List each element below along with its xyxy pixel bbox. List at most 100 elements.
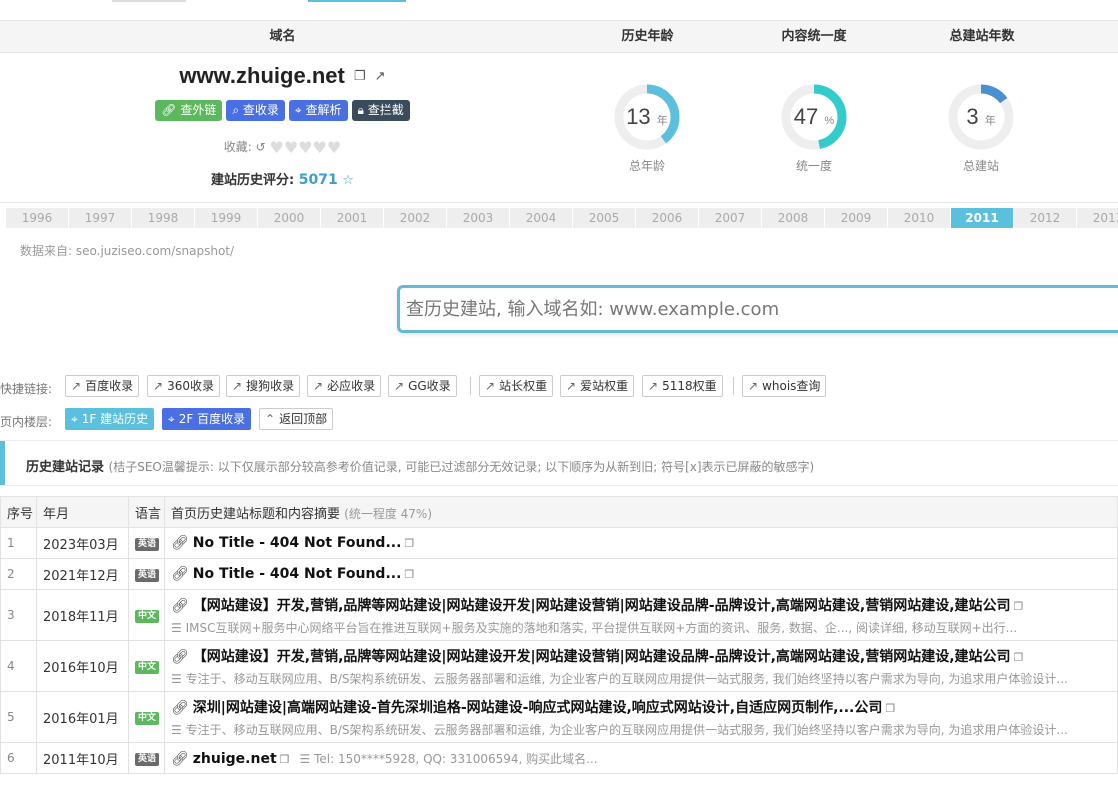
quick-link-google[interactable]: ↗ GG收录 [388,375,457,397]
years-unit: 年 [984,115,996,127]
record-date: 2018年11月 [36,589,129,641]
domain-name: www.zhuige.net [179,63,345,88]
col-uniformity: (统一程度 47%) [344,506,433,521]
year-tab-2006[interactable]: 2006 [636,208,699,228]
record-title-text[interactable]: 【网站建设】开发,营销,品牌等网站建设|网站建设开发|网站建设营销|网站建设品牌… [193,649,1011,665]
copy-icon[interactable]: ❐ [1014,600,1024,613]
floor-2f-button[interactable]: ⌖ 2F 百度收录 [162,408,252,430]
reset-icon[interactable]: ↺ [256,140,266,154]
link-icon[interactable]: 🔗︎ [171,751,189,767]
quick-link-label: 百度收录 [85,379,134,393]
year-tab-1996[interactable]: 1996 [6,208,69,228]
quick-link-bing[interactable]: ↗ 必应收录 [307,375,382,397]
check-dns-button[interactable]: ⌖ 查解析 [288,100,348,121]
language-badge: 英语 [135,538,160,551]
external-link-icon: ↗ [566,379,577,393]
copy-icon[interactable]: ❐ [1014,651,1024,664]
year-tab-2012[interactable]: 2012 [1014,208,1077,228]
year-tab-2002[interactable]: 2002 [384,208,447,228]
check-index-button[interactable]: ⌕ 查收录 [226,100,285,121]
external-link-icon: ↗ [394,379,405,393]
copy-icon[interactable]: ❐ [404,568,414,581]
record-date: 2016年01月 [36,691,129,743]
copy-icon[interactable]: ❐ [354,69,366,84]
record-no: 1 [0,527,37,559]
year-tab-2008[interactable]: 2008 [762,208,825,228]
year-tab-2001[interactable]: 2001 [321,208,384,228]
quick-link-baidu[interactable]: ↗ 百度收录 [65,375,140,397]
record-content: 🔗︎ 【网站建设】开发,营销,品牌等网站建设|网站建设开发|网站建设营销|网站建设… [164,640,1118,692]
quick-link-aizhan-weight[interactable]: ↗ 爱站权重 [560,375,635,397]
year-tab-2007[interactable]: 2007 [699,208,762,228]
records-note: (桔子SEO温馨提示: 以下仅展示部分较高参考价值记录, 可能已过滤部分无效记录… [108,460,815,474]
link-icon[interactable]: 🔗︎ [171,535,189,551]
year-tab-2005[interactable]: 2005 [573,208,636,228]
external-link-icon: ↗ [153,379,164,393]
col-title: 首页历史建站标题和内容摘要 (统一程度 47%) [164,496,1118,528]
year-tab-2013[interactable]: 2013 [1077,208,1118,228]
year-tab-2004[interactable]: 2004 [510,208,573,228]
floor-label: 1F 建站历史 [81,412,149,426]
copy-icon[interactable]: ❐ [280,753,290,766]
years-value: 3 年 [946,104,1016,130]
domain-search-input[interactable] [400,288,1118,330]
link-icon[interactable]: 🔗︎ [171,649,189,665]
record-title-text[interactable]: 深圳|网站建设|高端网站建设-首先深圳追格-网站建设-响应式网站建设,响应式网站… [193,700,883,716]
quick-links-label: 快捷链接: [0,382,53,396]
link-icon[interactable]: 🔗︎ [171,566,189,582]
score-value: 5071 [298,172,338,188]
record-lang: 英语 [128,527,165,559]
quick-link-chinaz-weight[interactable]: ↗ 站长权重 [479,375,554,397]
copy-icon[interactable]: ❐ [404,537,414,550]
header-domain: 域名 [269,29,296,44]
link-icon[interactable]: 🔗︎ [171,598,189,614]
quick-link-sogou[interactable]: ↗ 搜狗收录 [226,375,301,397]
record-lang: 英语 [128,558,165,590]
floor-1f-button[interactable]: ⌖ 1F 建站历史 [65,408,155,430]
external-link-icon: ↗ [232,379,243,393]
section-accent-bar [0,441,5,485]
check-backlinks-button[interactable]: 🔗︎ 查外链 [155,100,223,121]
document-icon: ☰ [171,671,182,686]
copy-icon[interactable]: ❐ [885,702,895,715]
tab-indicator [112,0,186,2]
language-badge: 中文 [135,610,160,623]
table-header-row: 序号 年月 语言 首页历史建站标题和内容摘要 (统一程度 47%) [0,496,1118,528]
check-block-button[interactable]: 🔒︎ 查拦截 [351,100,410,121]
quick-link-5118-weight[interactable]: ↗ 5118权重 [642,375,723,397]
year-tab-1998[interactable]: 1998 [132,208,195,228]
link-icon[interactable]: 🔗︎ [171,700,189,716]
record-title-text[interactable]: No Title - 404 Not Found... [193,535,402,551]
age-gauge: 13 年 总年龄 [612,82,682,182]
quick-link-360[interactable]: ↗ 360收录 [147,375,220,397]
record-content: 🔗︎ zhuige.net ❐ ☰ Tel: 150****5928, QQ: 331… [164,742,1118,774]
year-tab-2010[interactable]: 2010 [888,208,951,228]
document-icon: ☰ [171,620,182,635]
record-no: 5 [0,691,37,743]
star-icon[interactable]: ☆ [342,173,354,188]
favorite-hearts[interactable]: ♥♥♥♥♥ [270,138,342,157]
table-row: 3 2018年11月 中文 🔗︎ 【网站建设】开发,营销,品牌等网站建设|网站建设开发|… [0,589,1118,641]
record-title-text[interactable]: zhuige.net [193,751,277,767]
record-title-text[interactable]: No Title - 404 Not Found... [193,566,402,582]
year-tab-1999[interactable]: 1999 [195,208,258,228]
language-badge: 中文 [135,661,160,674]
record-no: 2 [0,558,37,590]
record-desc: ☰ 专注于、移动互联网应用、B/S架构系统研发、云服务器部署和运维, 为企业客户… [171,670,1117,687]
record-date: 2016年10月 [36,640,129,692]
record-title-text[interactable]: 【网站建设】开发,营销,品牌等网站建设|网站建设开发|网站建设营销|网站建设品牌… [193,598,1011,614]
col-title-text: 首页历史建站标题和内容摘要 [171,506,341,522]
year-tab-2000[interactable]: 2000 [258,208,321,228]
year-tab-2009[interactable]: 2009 [825,208,888,228]
quick-link-whois[interactable]: ↗ whois查询 [742,375,827,397]
external-link-icon: ↗ [313,379,324,393]
external-link-icon: ↗ [71,379,82,393]
language-badge: 中文 [135,712,160,725]
back-to-top-button[interactable]: ⌃ 返回顶部 [259,408,334,430]
external-link-icon: ↗ [748,379,759,393]
year-tab-2011[interactable]: 2011 [951,208,1014,228]
year-tab-2003[interactable]: 2003 [447,208,510,228]
header-age: 历史年龄 [621,29,674,44]
external-link-icon[interactable]: ↗ [375,69,386,84]
year-tab-1997[interactable]: 1997 [69,208,132,228]
